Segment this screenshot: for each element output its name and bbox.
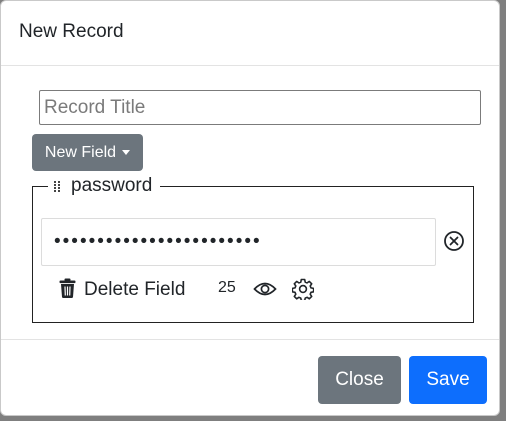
save-button[interactable]: Save bbox=[409, 356, 487, 404]
modal-title: New Record bbox=[19, 21, 124, 42]
record-title-input[interactable] bbox=[39, 90, 481, 125]
password-length-count: 25 bbox=[218, 279, 236, 296]
close-button[interactable]: Close bbox=[318, 356, 401, 404]
delete-field-button[interactable]: Delete Field bbox=[59, 277, 185, 303]
field-legend: password bbox=[48, 175, 161, 197]
new-record-modal: New Record New Field password bbox=[0, 0, 500, 416]
gear-icon[interactable] bbox=[291, 278, 315, 302]
password-value-input[interactable] bbox=[41, 218, 436, 266]
eye-icon[interactable] bbox=[253, 279, 277, 299]
new-field-button-label: New Field bbox=[44, 143, 117, 161]
field-label: password bbox=[71, 175, 153, 196]
grip-vertical-icon[interactable] bbox=[54, 180, 61, 192]
delete-field-label: Delete Field bbox=[84, 279, 186, 300]
clear-circle-x-icon[interactable] bbox=[443, 230, 465, 252]
trash-icon bbox=[59, 278, 76, 303]
caret-down-icon bbox=[122, 150, 131, 155]
new-field-dropdown-button[interactable]: New Field bbox=[32, 134, 143, 171]
modal-header: New Record bbox=[1, 1, 499, 66]
